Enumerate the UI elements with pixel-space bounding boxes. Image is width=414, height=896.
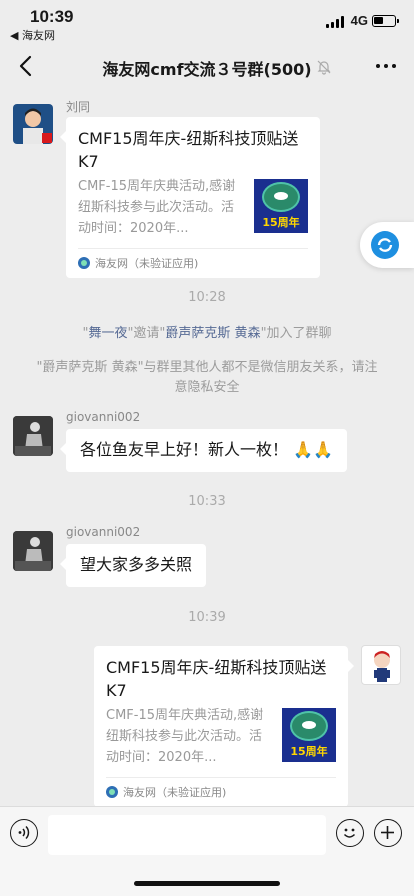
- card-description: CMF-15周年庆典活动,感谢纽斯科技参与此次活动。活动时间：2020年...: [106, 708, 264, 765]
- avatar[interactable]: [13, 416, 53, 456]
- voice-icon: [18, 825, 30, 840]
- card-source: 海友网（未验证应用): [78, 248, 308, 278]
- shared-link-card[interactable]: CMF15周年庆-纽斯科技顶贴送K7 CMF-15周年庆典活动,感谢纽斯科技参与…: [60, 117, 320, 279]
- browser-icon: [371, 231, 399, 259]
- card-source: 海友网（未验证应用): [106, 777, 336, 807]
- back-to-app-link[interactable]: ◀ 海友网: [10, 27, 55, 43]
- mute-bell-icon: [317, 60, 331, 75]
- emoji-button[interactable]: [336, 819, 364, 847]
- timestamp: 10:28: [188, 290, 226, 305]
- message-text: 望大家多多关照: [80, 555, 193, 574]
- status-bar: 10:39 ◀ 海友网 4G: [0, 0, 414, 44]
- user-link[interactable]: 爵声萨克斯 黄森: [165, 326, 260, 341]
- thumbnail-text: 15周年: [290, 745, 328, 759]
- status-time: 10:39: [30, 7, 74, 26]
- my-avatar[interactable]: [361, 645, 401, 685]
- chat-header: 海友网cmf交流３号群(500): [0, 44, 414, 88]
- back-icon[interactable]: [14, 53, 40, 79]
- card-source-label: 海友网（未验证应用): [95, 257, 199, 271]
- chat-title: 海友网cmf交流３号群(500): [102, 60, 312, 79]
- timestamp: 10:33: [188, 494, 226, 509]
- card-source-label: 海友网（未验证应用): [123, 786, 227, 800]
- avatar[interactable]: [13, 531, 53, 571]
- card-description: CMF-15周年庆典活动,感谢纽斯科技参与此次活动。活动时间：2020年...: [78, 179, 236, 236]
- timestamp: 10:39: [188, 610, 226, 625]
- system-message-join: "舞一夜"邀请"爵声萨克斯 黄森"加入了群聊: [82, 326, 332, 341]
- card-title: CMF15周年庆-纽斯科技顶贴送K7: [106, 658, 327, 701]
- home-indicator[interactable]: [134, 881, 280, 886]
- clap-emoji-icon: 🙏🙏: [293, 440, 333, 459]
- message-input[interactable]: [48, 815, 326, 855]
- battery-icon: [372, 15, 399, 27]
- more-actions-button[interactable]: [374, 819, 402, 847]
- sender-name: giovanni002: [66, 525, 141, 539]
- message-text: 各位鱼友早上好！新人一枚！: [80, 440, 289, 459]
- sender-name: giovanni002: [66, 410, 141, 424]
- sender-name: 刘同: [66, 100, 91, 114]
- card-thumbnail: 15周年: [254, 179, 308, 234]
- thumbnail-text: 15周年: [262, 216, 300, 230]
- floating-window-button[interactable]: [360, 222, 414, 268]
- shared-link-card[interactable]: CMF15周年庆-纽斯科技顶贴送K7 CMF-15周年庆典活动,感谢纽斯科技参与…: [94, 646, 354, 808]
- app-icon: [106, 786, 118, 799]
- network-type: 4G: [350, 13, 368, 28]
- card-title: CMF15周年庆-纽斯科技顶贴送K7: [78, 129, 299, 172]
- app-icon: [78, 257, 90, 270]
- signal-icon: [326, 16, 344, 28]
- user-link[interactable]: 舞一夜: [88, 326, 127, 341]
- voice-input-button[interactable]: [10, 819, 38, 847]
- message-bubble[interactable]: 各位鱼友早上好！新人一枚！ 🙏🙏: [60, 429, 347, 472]
- card-thumbnail: 15周年: [282, 708, 336, 763]
- message-bubble[interactable]: 望大家多多关照: [59, 544, 207, 587]
- smiley-icon: [343, 828, 356, 838]
- avatar[interactable]: [13, 104, 53, 144]
- more-options-icon[interactable]: [374, 56, 398, 76]
- plus-icon: [381, 826, 394, 839]
- system-message-privacy: "爵声萨克斯 黄森"与群里其他人都不是微信朋友关系，请注意隐私安全: [36, 360, 378, 395]
